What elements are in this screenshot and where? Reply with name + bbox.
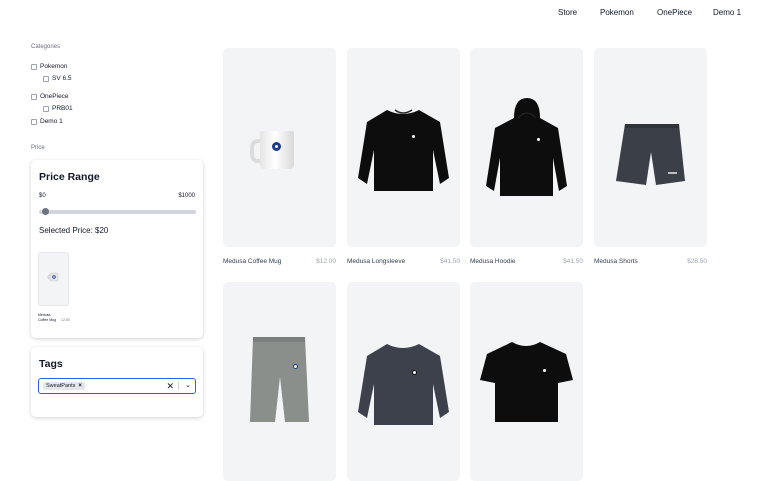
category-label: SV 6.5 xyxy=(52,75,72,82)
nav-link-onepiece[interactable]: OnePiece xyxy=(657,8,692,17)
product-card[interactable] xyxy=(347,282,460,481)
category-demo-1[interactable]: Demo 1 xyxy=(31,118,63,125)
category-sv-6-5[interactable]: SV 6.5 xyxy=(43,75,72,82)
sweatshirt-icon xyxy=(358,344,449,425)
checkbox-icon[interactable] xyxy=(31,93,37,100)
product-image[interactable] xyxy=(470,48,583,247)
product-image[interactable] xyxy=(347,48,460,247)
tags-heading: Tags xyxy=(39,358,63,370)
product-price: $41.50 xyxy=(440,258,460,265)
selected-price-label: Selected Price: $20 xyxy=(39,226,109,235)
product-label: Medusa Coffee Mug $12.00 xyxy=(223,258,336,265)
product-card[interactable]: Medusa Longsleeve $41.50 xyxy=(347,48,460,265)
product-card[interactable]: Medusa Coffee Mug $12.00 xyxy=(223,48,336,265)
medusa-logo-icon xyxy=(411,134,416,139)
category-pokemon[interactable]: Pokemon xyxy=(31,63,67,70)
category-label: OnePiece xyxy=(40,93,69,100)
category-prb01[interactable]: PRB01 xyxy=(43,105,73,112)
tag-chip: SweatPants × xyxy=(43,382,85,390)
medusa-logo-icon xyxy=(272,142,281,151)
category-label: PRB01 xyxy=(52,105,73,112)
product-image[interactable] xyxy=(470,282,583,481)
category-label: Demo 1 xyxy=(40,118,63,125)
medusa-logo-icon xyxy=(293,364,298,369)
price-slider-thumb[interactable] xyxy=(42,208,49,215)
sweatpants-icon xyxy=(250,337,309,422)
medusa-logo-icon xyxy=(536,137,541,142)
product-label: Medusa Longsleeve $41.50 xyxy=(347,258,460,265)
product-card[interactable]: Medusa Hoodie $41.50 xyxy=(470,48,583,265)
mini-product-price: 12.00 xyxy=(61,318,70,322)
longsleeve-icon xyxy=(358,109,449,191)
nav-link-pokemon[interactable]: Pokemon xyxy=(600,8,634,17)
checkbox-icon[interactable] xyxy=(43,75,49,82)
price-slider-track[interactable] xyxy=(39,210,196,214)
product-name: Medusa Hoodie xyxy=(470,258,516,265)
tags-select[interactable]: SweatPants × ✕ ⌄ xyxy=(38,378,196,394)
product-name: Medusa Shorts xyxy=(594,258,638,265)
product-card[interactable] xyxy=(470,282,583,481)
nav-link-store[interactable]: Store xyxy=(558,8,577,17)
medusa-logo-icon xyxy=(542,368,547,373)
checkbox-icon[interactable] xyxy=(43,105,49,112)
hoodie-icon xyxy=(486,98,567,196)
mini-product-image[interactable] xyxy=(38,252,69,306)
product-image[interactable] xyxy=(223,282,336,481)
price-range-heading: Price Range xyxy=(39,171,100,183)
checkbox-icon[interactable] xyxy=(31,63,37,70)
tshirt-icon xyxy=(480,342,573,422)
product-image[interactable] xyxy=(594,48,707,247)
clear-icon[interactable]: ✕ xyxy=(166,381,174,391)
chevron-down-icon[interactable]: ⌄ xyxy=(185,381,191,389)
categories-title: Categories xyxy=(31,44,61,50)
checkbox-icon[interactable] xyxy=(31,118,37,125)
tags-card: Tags SweatPants × ✕ ⌄ xyxy=(31,347,203,417)
price-max-label: $1000 xyxy=(178,193,195,199)
shorts-icon xyxy=(616,124,685,185)
product-name: Medusa Coffee Mug xyxy=(223,258,282,265)
product-name: Medusa Longsleeve xyxy=(347,258,406,265)
price-min-label: $0 xyxy=(39,193,46,199)
top-nav: Store Pokemon OnePiece Demo 1 xyxy=(0,0,768,26)
product-price: $28.50 xyxy=(687,258,707,265)
product-price: $41.50 xyxy=(563,258,583,265)
mug-thumbnail-icon xyxy=(47,272,59,282)
select-divider xyxy=(178,382,179,390)
price-range-card: Price Range $0 $1000 Selected Price: $20… xyxy=(31,160,203,338)
product-label: Medusa Hoodie $41.50 xyxy=(470,258,583,265)
chip-remove-icon[interactable]: × xyxy=(78,382,82,390)
product-image[interactable] xyxy=(347,282,460,481)
price-section-title: Price xyxy=(31,145,45,151)
product-image[interactable] xyxy=(223,48,336,247)
product-price: $12.00 xyxy=(316,258,336,265)
category-label: Pokemon xyxy=(40,63,68,70)
nav-link-demo-1[interactable]: Demo 1 xyxy=(713,8,741,17)
medusa-logo-icon xyxy=(412,370,417,375)
product-card[interactable]: Medusa Shorts $28.50 xyxy=(594,48,707,265)
product-label: Medusa Shorts $28.50 xyxy=(594,258,707,265)
mini-product-name: Medusa Coffee Mug xyxy=(38,313,57,322)
product-card[interactable] xyxy=(223,282,336,481)
tag-chip-label: SweatPants xyxy=(46,383,76,389)
category-onepiece[interactable]: OnePiece xyxy=(31,93,69,100)
